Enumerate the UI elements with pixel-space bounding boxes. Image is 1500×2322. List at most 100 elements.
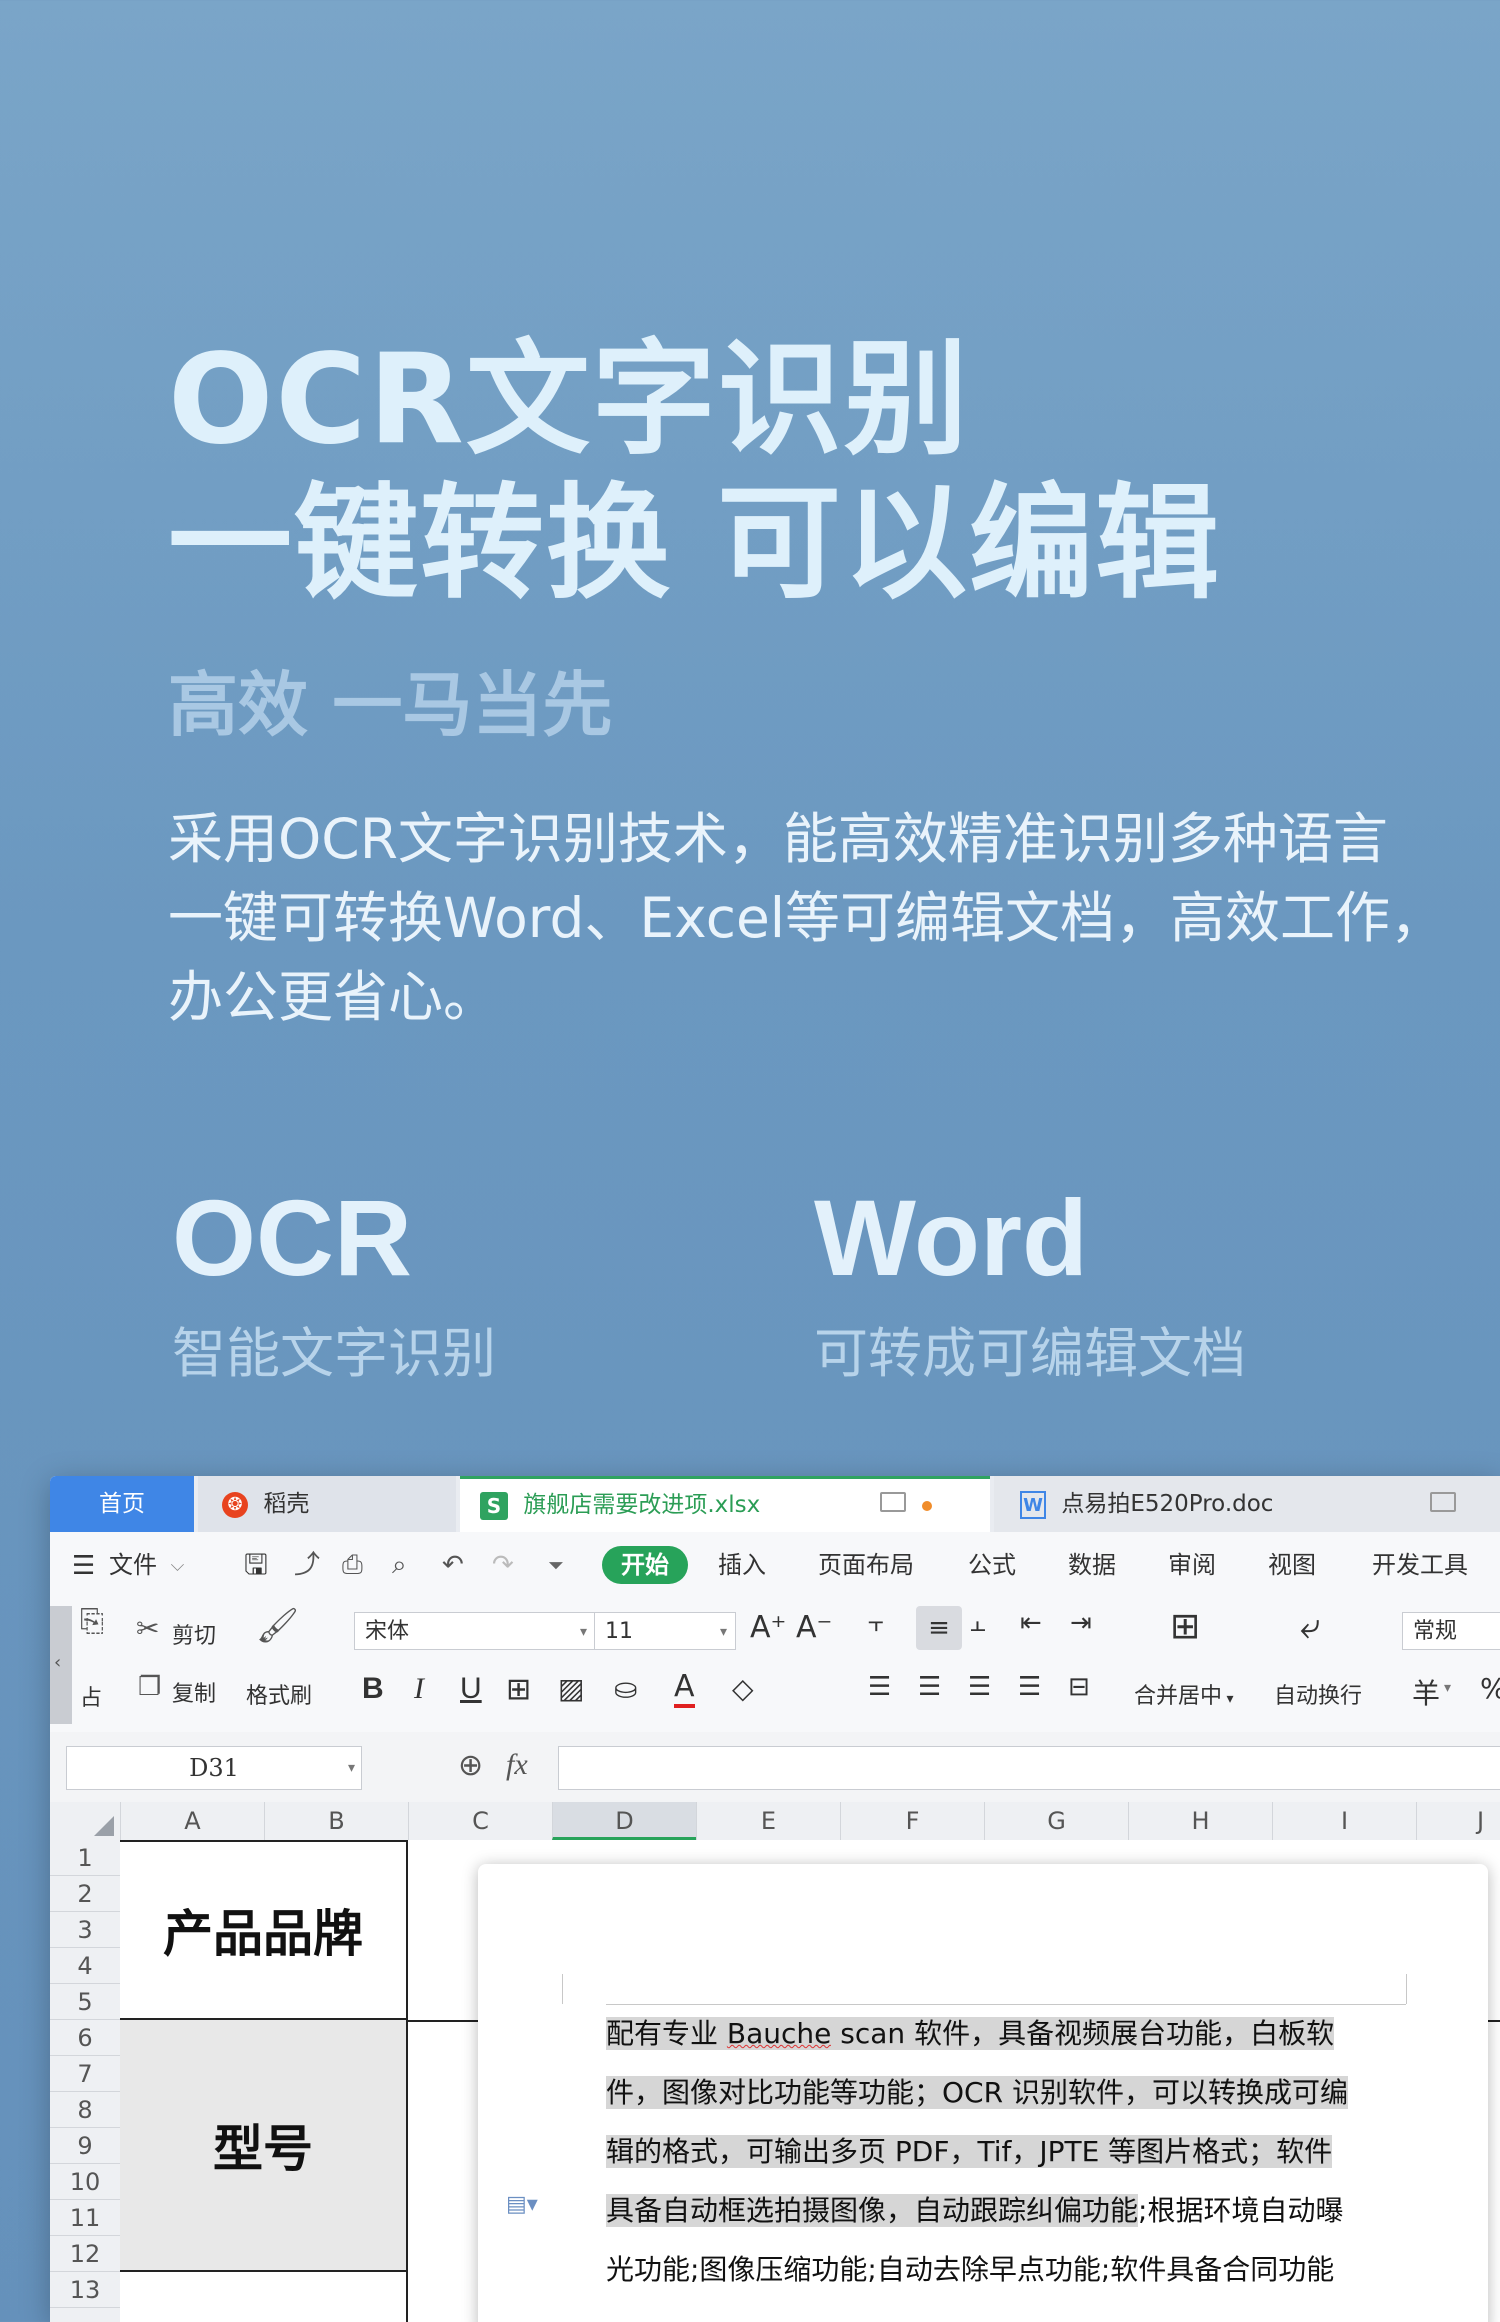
save-icon[interactable]: 🖫 [244, 1532, 268, 1598]
row-header[interactable]: 12 [50, 2236, 120, 2272]
tab-bar: 首页 ❂ 稻壳 S 旗舰店需要改进项.xlsx W 点易拍E520Pro.doc [50, 1476, 1500, 1532]
row-header[interactable]: 11 [50, 2200, 120, 2236]
number-format-select[interactable]: 常规 [1402, 1612, 1500, 1650]
increase-font-icon[interactable]: A⁺ [750, 1610, 786, 1645]
tab-formula[interactable]: 公式 [968, 1532, 1016, 1598]
tab-spreadsheet-file[interactable]: S 旗舰店需要改进项.xlsx [460, 1476, 990, 1532]
cell-model-label[interactable]: 型号 [120, 2020, 408, 2272]
clear-format-icon[interactable]: ◇ [732, 1672, 754, 1705]
undo-icon[interactable]: ↶ [442, 1532, 464, 1598]
currency-format-button[interactable]: 羊 [1412, 1672, 1440, 1712]
justify-icon[interactable]: ☰ [1018, 1672, 1041, 1702]
cut-button[interactable]: 剪切 [172, 1618, 216, 1650]
cell-brand-label[interactable]: 产品品牌 [120, 1840, 408, 2020]
decrease-indent-icon[interactable]: ⇤ [1020, 1608, 1042, 1638]
ribbon-toolbar: ‹ ⎘ 占 ✂ 剪切 ❐ 复制 🖌 格式刷 宋体 ▾ 11 ▾ A⁺ A⁻ B … [50, 1598, 1500, 1733]
column-header-a[interactable]: A [120, 1802, 264, 1840]
row-header[interactable]: 7 [50, 2056, 120, 2092]
align-center-icon[interactable]: ☰ [918, 1672, 941, 1702]
column-headers: A B C D E F G H I J [50, 1802, 1500, 1841]
column-header-b[interactable]: B [264, 1802, 408, 1840]
paste-icon[interactable]: ⎘ [80, 1604, 104, 1639]
name-box[interactable]: D31 ▾ [66, 1746, 362, 1790]
format-painter-button[interactable]: 格式刷 [246, 1678, 312, 1710]
column-header-g[interactable]: G [984, 1802, 1128, 1840]
paste-options-icon[interactable]: ▤▾ [506, 2192, 538, 2217]
align-middle-icon[interactable]: ≡ [916, 1606, 962, 1650]
description-line-3: 办公更省心。 [168, 965, 499, 1029]
tab-daoke[interactable]: ❂ 稻壳 [198, 1476, 456, 1532]
row-header[interactable]: 1 [50, 1840, 120, 1876]
increase-indent-icon[interactable]: ⇥ [1070, 1608, 1092, 1638]
row-header[interactable]: 10 [50, 2164, 120, 2200]
tab-insert[interactable]: 插入 [718, 1532, 766, 1598]
column-header-f[interactable]: F [840, 1802, 984, 1840]
align-left-icon[interactable]: ☰ [868, 1672, 891, 1702]
highlighted-text: 件，图像对比功能等功能；OCR 识别软件，可以转换成可编 [606, 2076, 1348, 2109]
fill-color-icon[interactable]: ⛀ [614, 1672, 637, 1705]
tab-home[interactable]: 首页 [50, 1476, 194, 1532]
row-header[interactable]: 4 [50, 1948, 120, 1984]
file-menu[interactable]: ☰ 文件 ⌵ [72, 1532, 184, 1598]
paste-button-label[interactable]: 占 [80, 1680, 102, 1712]
cell-style-icon[interactable]: ▨ [558, 1672, 584, 1705]
font-size-select[interactable]: 11 ▾ [594, 1612, 736, 1650]
column-header-c[interactable]: C [408, 1802, 552, 1840]
ribbon-collapse-handle[interactable]: ‹ [50, 1606, 72, 1724]
row-header[interactable]: 3 [50, 1912, 120, 1948]
print-preview-icon[interactable]: ⌕ [392, 1532, 407, 1598]
spellcheck-word: Bauche [726, 2017, 832, 2050]
tab-spreadsheet-file-label: 旗舰店需要改进项.xlsx [523, 1492, 761, 1518]
cell-next[interactable] [120, 2272, 408, 2322]
borders-icon[interactable]: ⊞ [506, 1672, 531, 1707]
customize-toolbar-icon[interactable]: ⏷ [548, 1532, 564, 1598]
column-header-d[interactable]: D [552, 1802, 696, 1840]
export-icon[interactable]: ⤴ [294, 1532, 320, 1598]
tab-review[interactable]: 审阅 [1168, 1532, 1216, 1598]
row-header[interactable]: 9 [50, 2128, 120, 2164]
copy-button[interactable]: 复制 [172, 1676, 216, 1708]
align-top-icon[interactable]: ⫟ [868, 1608, 884, 1639]
description: 采用OCR文字识别技术，能高效精准识别多种语言 一键可转换Word、Excel等… [168, 800, 1500, 1037]
tab-developer[interactable]: 开发工具 [1372, 1532, 1468, 1598]
merge-center-button[interactable]: 合并居中 ▾ [1134, 1678, 1234, 1710]
format-painter-icon: 🖌 [256, 1606, 300, 1646]
name-box-value: D31 [189, 1754, 239, 1782]
menu-bar: ☰ 文件 ⌵ 🖫 ⤴ ⎙ ⌕ ↶ ↷ ⏷ 开始 插入 页面布局 公式 数据 审阅… [50, 1532, 1500, 1599]
tab-page-layout[interactable]: 页面布局 [818, 1532, 914, 1598]
italic-icon[interactable]: I [414, 1672, 424, 1706]
column-header-h[interactable]: H [1128, 1802, 1272, 1840]
redo-icon[interactable]: ↷ [492, 1532, 514, 1598]
zoom-search-icon[interactable]: ⊕ [458, 1748, 483, 1783]
font-color-icon[interactable]: A [674, 1670, 695, 1708]
insert-function-button[interactable]: fx [506, 1748, 528, 1782]
wrap-text-button[interactable]: 自动换行 [1274, 1678, 1362, 1710]
distributed-icon[interactable]: ⊟ [1068, 1672, 1090, 1702]
tab-data[interactable]: 数据 [1068, 1532, 1116, 1598]
title-line-2: 一键转换 可以编辑 [168, 472, 1222, 616]
corner-triangle-icon [94, 1816, 114, 1836]
percent-format-button[interactable]: % [1480, 1672, 1500, 1705]
underline-icon[interactable]: U [460, 1672, 482, 1706]
row-header[interactable]: 13 [50, 2272, 120, 2308]
align-bottom-icon[interactable]: ⫠ [970, 1608, 986, 1639]
print-icon[interactable]: ⎙ [342, 1532, 363, 1598]
align-right-icon[interactable]: ☰ [968, 1672, 991, 1702]
highlighted-text: scan 软件，具备视频展台功能，白板软 [831, 2017, 1335, 2050]
select-all-corner[interactable] [50, 1802, 120, 1840]
formula-input[interactable] [558, 1746, 1500, 1790]
column-header-j[interactable]: J [1416, 1802, 1500, 1840]
row-header[interactable]: 5 [50, 1984, 120, 2020]
document-text-line-3: 辑的格式，可输出多页 PDF，Tif，JPTE 等图片格式；软件 [606, 2122, 1333, 2181]
column-header-i[interactable]: I [1272, 1802, 1416, 1840]
font-name-select[interactable]: 宋体 ▾ [354, 1612, 596, 1650]
tab-start[interactable]: 开始 [602, 1546, 688, 1584]
row-header[interactable]: 2 [50, 1876, 120, 1912]
tab-document-file[interactable]: W 点易拍E520Pro.doc [994, 1476, 1500, 1532]
row-header[interactable]: 6 [50, 2020, 120, 2056]
row-header[interactable]: 8 [50, 2092, 120, 2128]
column-header-e[interactable]: E [696, 1802, 840, 1840]
tab-view[interactable]: 视图 [1268, 1532, 1316, 1598]
decrease-font-icon[interactable]: A⁻ [796, 1610, 832, 1645]
bold-icon[interactable]: B [362, 1672, 384, 1706]
